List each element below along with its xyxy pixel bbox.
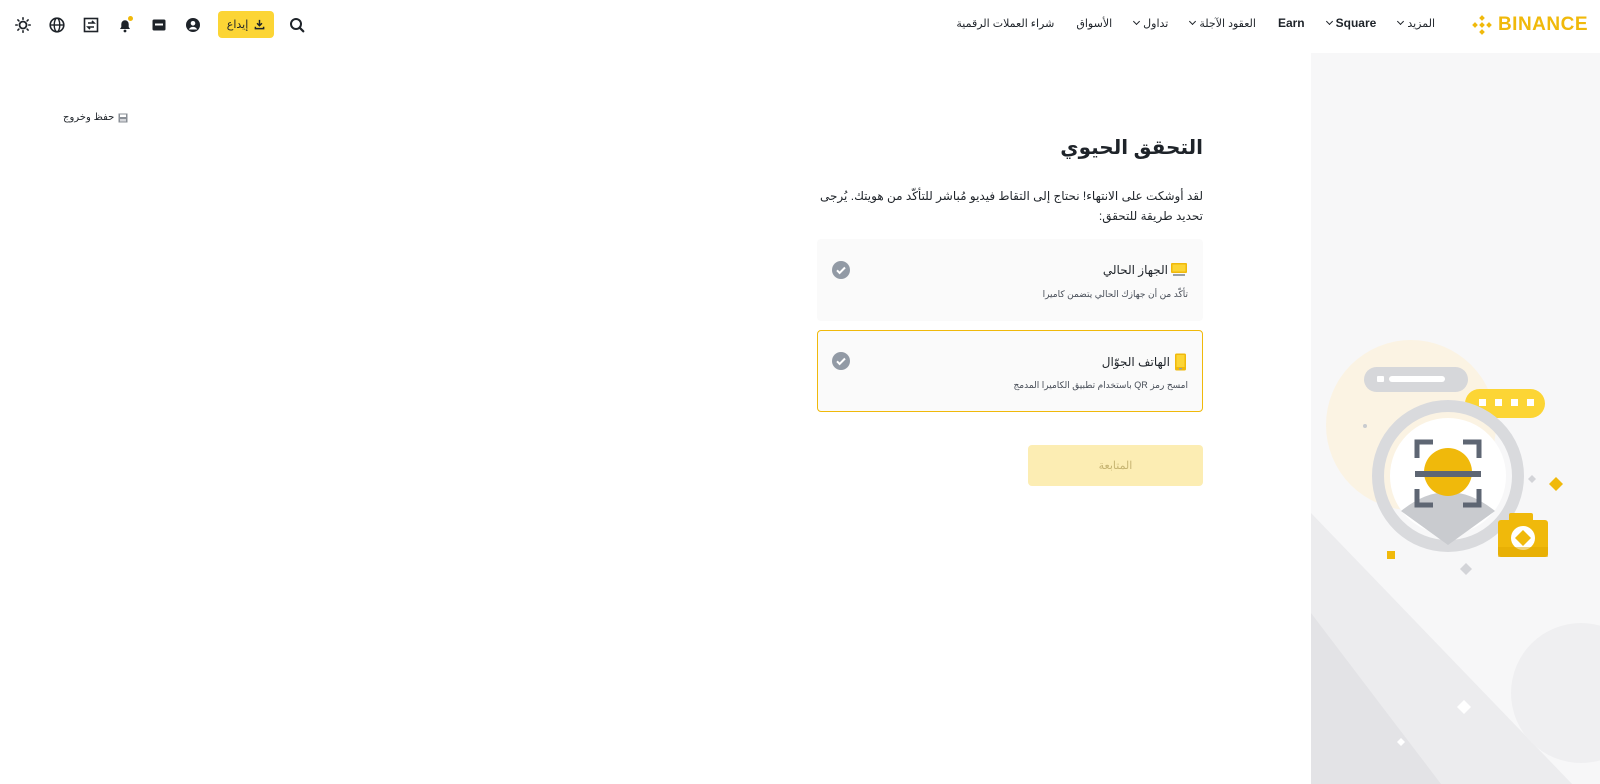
nav-label: Square — [1335, 16, 1377, 30]
chevron-down-icon — [1397, 17, 1405, 26]
binance-logo-icon — [1472, 15, 1492, 35]
theme-icon[interactable] — [14, 16, 32, 34]
search-icon[interactable] — [288, 16, 306, 34]
nav-label: تداول — [1143, 17, 1169, 30]
nav-more[interactable]: المزيد — [1397, 17, 1435, 30]
nav-label: الأسواق — [1076, 17, 1113, 30]
top-navigation-bar: BINANCE شراء العملات الرقمية الأسواق تدا… — [0, 0, 1600, 50]
nav-futures[interactable]: العقود الآجلة — [1189, 17, 1256, 30]
nav-earn[interactable]: Earn — [1278, 16, 1305, 30]
nav-label: العقود الآجلة — [1199, 17, 1256, 30]
option-title-text: الجهاز الحالي — [1102, 262, 1168, 277]
chevron-down-icon — [1325, 17, 1333, 26]
nav-label: شراء العملات الرقمية — [956, 17, 1055, 30]
option-subtitle: تأكّد من أن جهازك الحالي يتضمن كاميرا — [1042, 289, 1188, 299]
nav-square[interactable]: Square — [1325, 16, 1377, 30]
option-subtitle: امسح رمز QR باستخدام تطبيق الكاميرا المد… — [1013, 380, 1189, 390]
wallet-icon[interactable] — [150, 16, 168, 34]
computer-icon — [1171, 263, 1187, 276]
notification-dot — [128, 15, 133, 21]
option-current-device[interactable]: الجهاز الحالي تأكّد من أن جهازك الحالي ي… — [817, 239, 1203, 321]
deposit-label: إيداع — [226, 19, 249, 31]
download-icon — [254, 19, 265, 30]
save-and-exit-label: حفظ وخروج — [63, 112, 115, 123]
save-and-exit-button[interactable]: حفظ وخروج — [63, 112, 128, 123]
main-nav: شراء العملات الرقمية الأسواق تداول العقو… — [956, 16, 1435, 30]
option-title-text: الهاتف الجوّال — [1101, 355, 1170, 369]
nav-label: المزيد — [1407, 17, 1435, 30]
option-title: الهاتف الجوّال — [1102, 353, 1188, 371]
binance-logo[interactable]: BINANCE — [1472, 14, 1588, 36]
user-icon[interactable] — [184, 16, 202, 34]
page-title: التحقق الحيوي — [1060, 137, 1203, 159]
bell-icon[interactable] — [116, 15, 134, 34]
nav-markets[interactable]: الأسواق — [1076, 17, 1112, 30]
face-scan-illustration — [1311, 340, 1600, 784]
illustration-panel — [1311, 53, 1600, 784]
continue-button[interactable]: المتابعة — [1028, 445, 1203, 486]
logo-text: BINANCE — [1497, 14, 1588, 35]
nav-label: Earn — [1277, 16, 1305, 30]
nav-buy-crypto[interactable]: شراء العملات الرقمية — [956, 17, 1054, 30]
option-mobile-phone[interactable]: الهاتف الجوّال امسح رمز QR باستخدام تطبي… — [817, 330, 1203, 412]
deposit-button[interactable]: إيداع — [218, 11, 274, 38]
mobile-phone-icon — [1175, 353, 1186, 371]
header-tools: إيداع — [14, 11, 322, 38]
check-circle-icon — [832, 352, 850, 370]
chevron-down-icon — [1133, 17, 1141, 26]
option-title: الجهاز الحالي — [1103, 262, 1188, 277]
transfer-icon[interactable] — [82, 16, 100, 34]
check-circle-icon — [832, 261, 850, 279]
chevron-down-icon — [1189, 17, 1197, 26]
save-icon — [118, 113, 128, 122]
globe-icon[interactable] — [48, 16, 66, 34]
nav-trade[interactable]: تداول — [1133, 17, 1169, 30]
biometric-verification-panel: التحقق الحيوي لقد أوشكت على الانتهاء! نح… — [813, 130, 1203, 486]
page-description: لقد أوشكت على الانتهاء! نحتاج إلى التقاط… — [820, 189, 1203, 223]
